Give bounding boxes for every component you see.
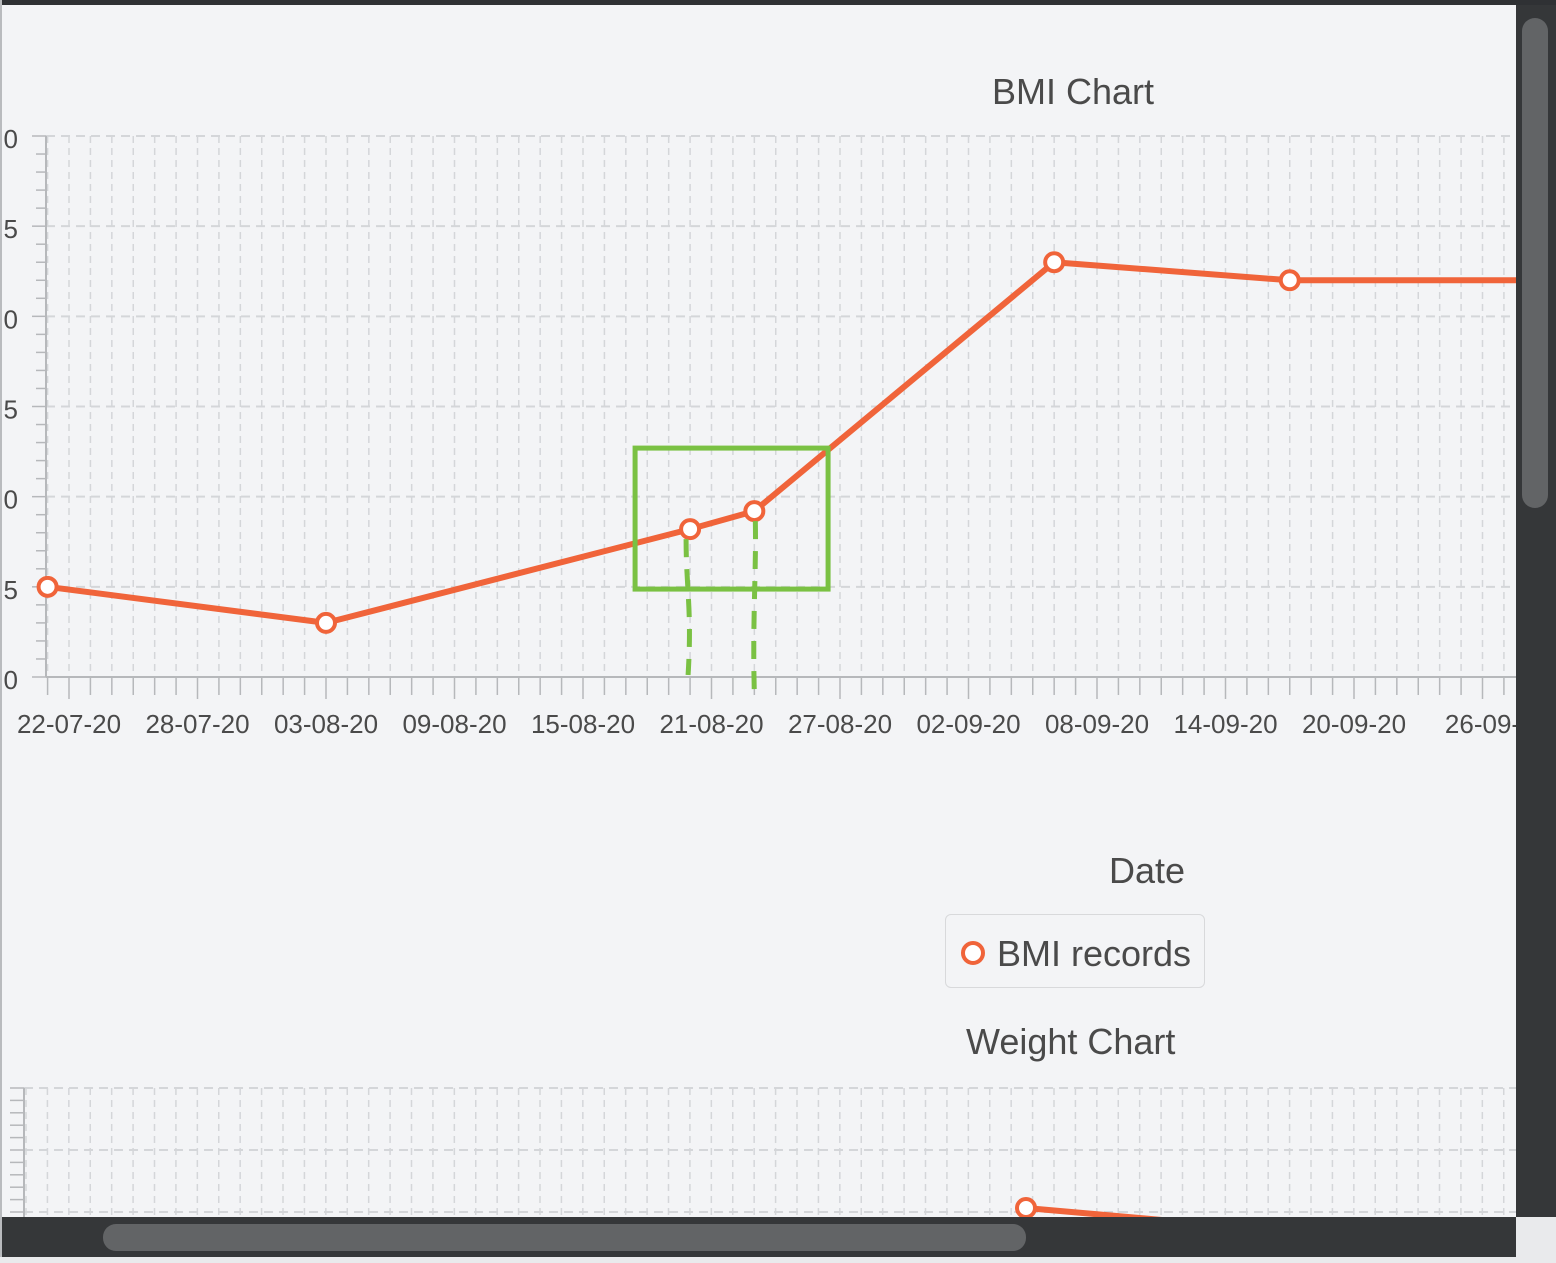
bmi-data-point: [1278, 269, 1301, 292]
bmi-highlight-annotation: [632, 445, 831, 694]
bmi-chart-title: BMI Chart: [992, 71, 1155, 112]
legend-marker-icon: [961, 941, 985, 965]
bmi-data-point: [315, 611, 337, 634]
weight-chart-title: Weight Chart: [966, 1021, 1176, 1062]
weight-axes: [10, 1087, 25, 1217]
horizontal-scrollbar-thumb[interactable]: [103, 1224, 1026, 1251]
vertical-scrollbar-thumb[interactable]: [1522, 18, 1548, 508]
bmi-y-tick-labels: 0 5 0 5 0 5 0: [4, 124, 18, 695]
window-frame: 0 5 0 5 0 5 0 22-07-20 28-07-20 03-08-20 09-08-20…: [0, 0, 1556, 1263]
bmi-x-tick-label: 15-08-20: [531, 709, 635, 739]
weight-minor-grid: [25, 1088, 1505, 1217]
bmi-x-tick-label: 03-08-20: [274, 709, 378, 739]
bmi-y-tick-label: 0: [4, 665, 18, 695]
bmi-x-tick-label: 08-09-20: [1045, 709, 1149, 739]
legend-label: BMI records: [997, 933, 1192, 974]
bmi-y-tick-label: 0: [4, 304, 18, 334]
bmi-y-tick-label: 5: [4, 214, 18, 244]
bmi-y-tick-label: 0: [4, 485, 18, 515]
bmi-minor-grid: [46, 136, 1505, 677]
highlight-drop-line: [683, 539, 692, 676]
weight-major-grid: [24, 1087, 1516, 1213]
bmi-x-tick-label: 14-09-20: [1173, 709, 1277, 739]
bmi-x-tick-label: 27-08-20: [788, 709, 892, 739]
bmi-y-tick-label: 0: [4, 124, 18, 154]
bmi-data-point: [36, 575, 59, 598]
bmi-data-point: [743, 500, 766, 523]
bmi-x-tick-labels: 22-07-20 28-07-20 03-08-20 09-08-20 15-08-20…: [17, 709, 1516, 739]
bmi-x-tick-label: 02-09-20: [916, 709, 1020, 739]
bmi-x-tick-label: 21-08-20: [659, 709, 763, 739]
bmi-data-point: [1043, 251, 1066, 274]
weight-data-point: [1015, 1197, 1037, 1217]
bmi-y-tick-label: 5: [4, 395, 18, 425]
charts-canvas: 0 5 0 5 0 5 0 22-07-20 28-07-20 03-08-20 09-08-20…: [4, 124, 1516, 1217]
bmi-x-axis-title: Date: [1109, 850, 1186, 891]
scrollbar-corner: [1516, 1217, 1556, 1257]
bmi-x-tick-label: 22-07-20: [17, 709, 121, 739]
window-bottom-border: [0, 1257, 1556, 1263]
bmi-x-tick-label: 09-08-20: [402, 709, 506, 739]
bmi-data-point: [679, 518, 702, 541]
bmi-x-tick-label: 20-09-20: [1302, 709, 1406, 739]
bmi-x-tick-label: 28-07-20: [145, 709, 249, 739]
bmi-y-tick-label: 5: [4, 575, 18, 605]
bmi-legend: BMI records: [945, 914, 1205, 988]
bmi-x-tick-label: 26-09-: [1445, 709, 1516, 739]
bmi-major-grid: [46, 135, 1516, 678]
scroll-viewport: 0 5 0 5 0 5 0 22-07-20 28-07-20 03-08-20 09-08-20…: [2, 5, 1516, 1217]
